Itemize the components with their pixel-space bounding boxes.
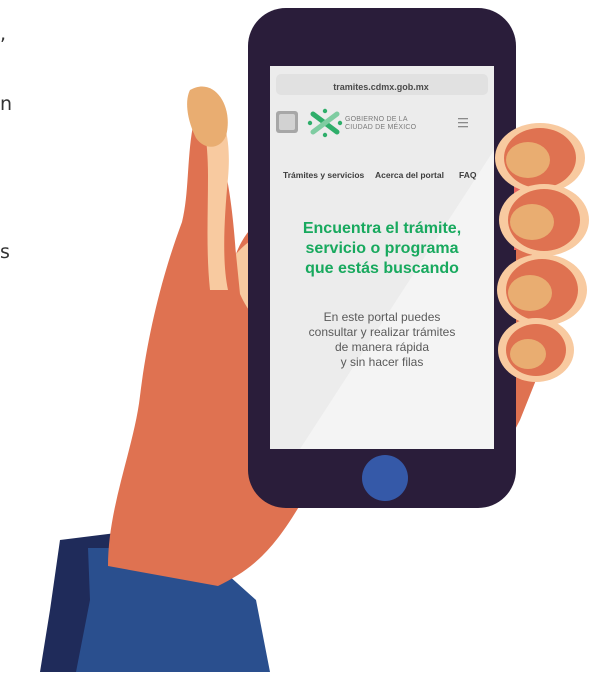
nav-faq[interactable]: FAQ xyxy=(459,170,476,180)
left-text-fragment-3: s xyxy=(0,241,10,263)
finger-2 xyxy=(499,184,589,256)
subtitle-line-2: consultar y realizar trámites xyxy=(308,325,456,339)
headline-line-2: servicio o programa xyxy=(305,240,459,257)
finger-1 xyxy=(495,123,585,193)
logo-text-line1: GOBIERNO DE LA xyxy=(345,116,408,123)
logo-text-line2: CIUDAD DE MÉXICO xyxy=(345,124,417,131)
headline-line-1: Encuentra el trámite, xyxy=(302,220,462,237)
finger-4 xyxy=(498,318,574,382)
finger-3 xyxy=(497,254,587,326)
illustration-scene: , n s tramites.cdmx.gob.mx GOBIERNO DE L… xyxy=(0,0,590,672)
home-button xyxy=(362,455,408,501)
hero-subtitle: En este portal puedes consultar y realiz… xyxy=(276,310,488,370)
left-text-fragment-1: , xyxy=(0,23,7,45)
subtitle-line-4: y sin hacer filas xyxy=(340,355,424,369)
nav-acerca-portal[interactable]: Acerca del portal xyxy=(375,170,444,180)
url-bar-text[interactable]: tramites.cdmx.gob.mx xyxy=(277,82,485,92)
subtitle-line-3: de manera rápida xyxy=(334,340,430,354)
left-text-fragment-2: n xyxy=(0,93,13,115)
nav-tramites-servicios[interactable]: Trámites y servicios xyxy=(283,170,364,180)
subtitle-line-1: En este portal puedes xyxy=(323,310,441,324)
hero-headline: Encuentra el trámite, servicio o program… xyxy=(276,219,488,279)
headline-line-3: que estás buscando xyxy=(305,260,459,277)
